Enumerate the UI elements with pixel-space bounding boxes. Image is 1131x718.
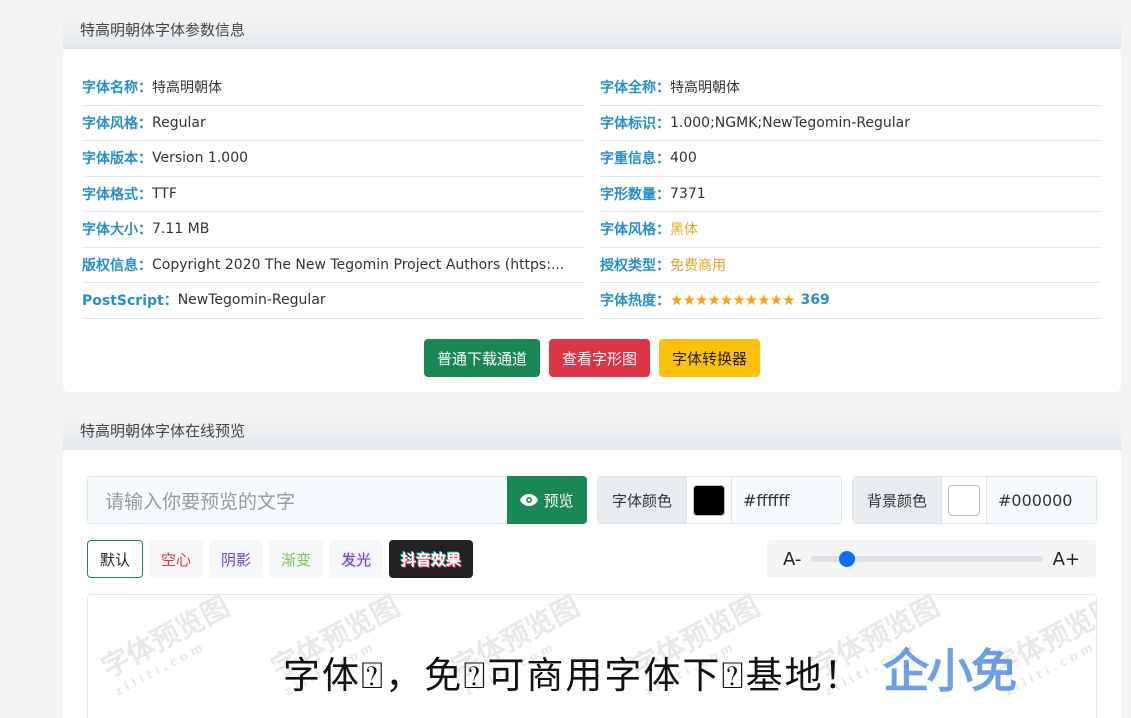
font-info-card: 特高明朝体字体参数信息 字体名称： 特高明朝体 字体风格： Regular 字体版本… [63, 10, 1121, 392]
info-row-glyph-count: 字形数量： 7371 [600, 177, 1102, 212]
font-converter-button[interactable]: 字体转换器 [659, 339, 761, 377]
preview-input-group: 请输入你要预览的文字 预览 [87, 476, 587, 524]
info-row-font-version: 字体版本： Version 1.000 [82, 141, 584, 177]
font-color-group: 字体颜色 #ffffff [597, 476, 842, 524]
effect-shadow-button[interactable]: 阴影 [209, 540, 264, 578]
watermark: 字体预览图 ziiiti.com [95, 594, 235, 699]
action-buttons: 普通下载通道 查看字形图 字体转换器 [63, 339, 1121, 377]
font-preview-title: 特高明朝体字体在线预览 [63, 411, 1121, 450]
info-row-font-size: 字体大小： 7.11 MB [82, 212, 584, 248]
info-row-postscript: PostScript： NewTegomin-Regular [82, 283, 584, 319]
heat-stars-icon: ★★★★★★★★★★ [670, 291, 795, 310]
bg-color-input[interactable]: #000000 [987, 477, 1096, 523]
site-logo: 企小免 [883, 644, 1017, 698]
preview-button-label: 预览 [543, 491, 574, 510]
font-size-slider[interactable] [811, 551, 1043, 567]
preview-canvas: 字体预览图 ziiiti.com 字体预览图 ziiiti.com 字体预览图 zii… [87, 594, 1097, 718]
effect-gradient-button[interactable]: 渐变 [269, 540, 324, 578]
effect-buttons: 默认 空心 阴影 渐变 发光 抖音效果 [87, 540, 474, 578]
font-color-input[interactable]: #ffffff [732, 477, 841, 523]
info-column-right: 字体全称： 特高明朝体 字体标识： 1.000;NGMK;NewTegomin-Re… [600, 70, 1102, 319]
info-row-style-category: 字体风格： 黑体 [600, 212, 1102, 248]
preview-button[interactable]: 预览 [507, 476, 587, 524]
view-glyphs-button[interactable]: 查看字形图 [548, 339, 650, 377]
info-row-font-id: 字体标识： 1.000;NGMK;NewTegomin-Regular [600, 106, 1102, 141]
font-preview-card: 特高明朝体字体在线预览 请输入你要预览的文字 预览 字体颜色 #ffffff 背… [63, 411, 1121, 718]
bg-color-label: 背景颜色 [853, 477, 942, 523]
eye-icon [520, 494, 539, 506]
info-row-copyright: 版权信息： Copyright 2020 The New Tegomin Proj… [82, 248, 584, 283]
bg-color-group: 背景颜色 #000000 [852, 476, 1097, 524]
size-increase-button[interactable]: A+ [1053, 549, 1080, 570]
info-row-font-format: 字体格式： TTF [82, 177, 584, 212]
size-decrease-button[interactable]: A- [783, 549, 801, 570]
info-row-license: 授权类型： 免费商用 [600, 248, 1102, 283]
bg-color-swatch[interactable] [948, 484, 980, 516]
download-button[interactable]: 普通下载通道 [423, 339, 540, 377]
font-color-swatch[interactable] [693, 484, 725, 516]
font-info-title: 特高明朝体字体参数信息 [63, 10, 1121, 49]
font-size-control: A- A+ [767, 540, 1096, 578]
info-row-full-name: 字体全称： 特高明朝体 [600, 70, 1102, 106]
preview-text-input[interactable]: 请输入你要预览的文字 [87, 476, 507, 524]
preview-sample-text: 字体⍰，免⍰可商用字体下⍰基地！ [283, 654, 863, 697]
info-row-font-style: 字体风格： Regular [82, 106, 584, 141]
info-row-heat: 字体热度： ★★★★★★★★★★ 369 [600, 283, 1102, 319]
info-column-left: 字体名称： 特高明朝体 字体风格： Regular 字体版本： Version 1.0… [82, 70, 584, 319]
heat-count: 369 [800, 292, 830, 309]
info-row-weight: 字重信息： 400 [600, 141, 1102, 177]
effect-default-button[interactable]: 默认 [87, 540, 144, 578]
effect-glow-button[interactable]: 发光 [329, 540, 384, 578]
effect-tiktok-button[interactable]: 抖音效果 [389, 540, 474, 578]
font-color-label: 字体颜色 [598, 477, 687, 523]
slider-thumb[interactable] [839, 551, 856, 567]
effect-hollow-button[interactable]: 空心 [149, 540, 204, 578]
info-row-font-name: 字体名称： 特高明朝体 [82, 70, 584, 106]
